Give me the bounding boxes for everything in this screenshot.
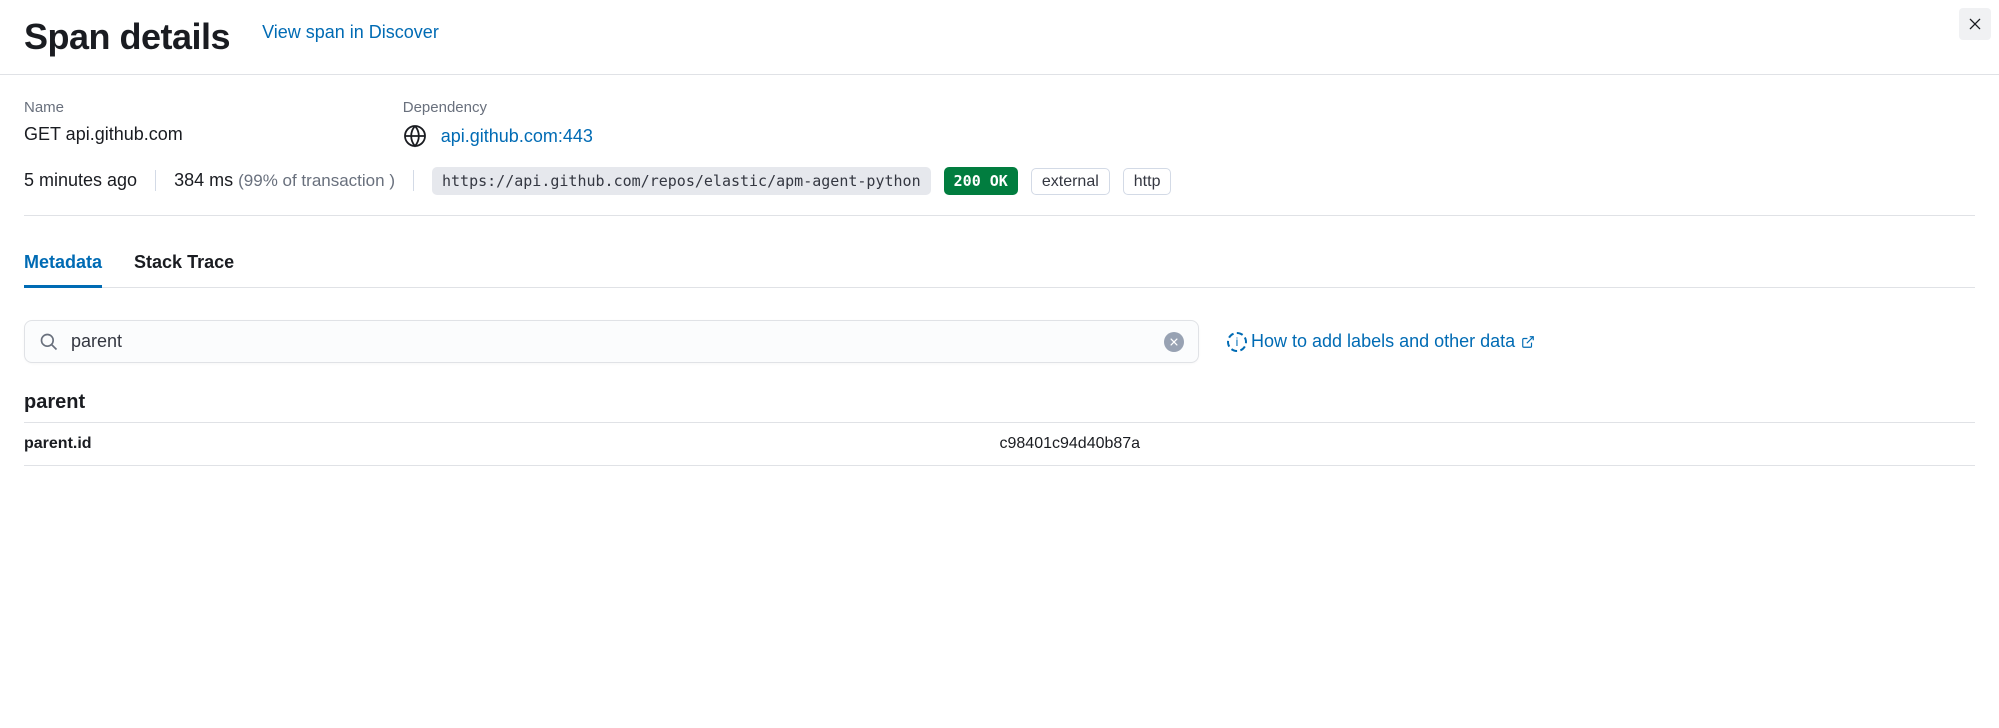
dependency-link[interactable]: api.github.com:443: [441, 126, 593, 147]
duration-pct: (99% of transaction ): [238, 171, 395, 190]
search-icon: [39, 332, 59, 352]
metadata-table: parent.id c98401c94d40b87a: [24, 422, 1975, 466]
stats-row: 5 minutes ago 384 ms (99% of transaction…: [24, 170, 1975, 216]
dependency-field: Dependency api.github.com:443: [403, 99, 593, 148]
tabs: Metadata Stack Trace: [24, 252, 1975, 288]
tag-external: external: [1031, 168, 1110, 195]
close-button[interactable]: [1959, 8, 1991, 40]
help-icon: i: [1227, 332, 1247, 352]
view-discover-link[interactable]: View span in Discover: [262, 22, 439, 43]
section-title: parent: [24, 391, 1975, 414]
close-icon: [1967, 16, 1983, 32]
name-value: GET api.github.com: [24, 124, 183, 145]
badges-group: https://api.github.com/repos/elastic/apm…: [413, 170, 1197, 191]
clear-search-button[interactable]: [1164, 332, 1184, 352]
row-value: c98401c94d40b87a: [1000, 423, 1976, 466]
tag-http: http: [1123, 168, 1172, 195]
status-badge: 200 OK: [944, 167, 1018, 195]
dependency-label: Dependency: [403, 99, 593, 116]
tab-stack-trace[interactable]: Stack Trace: [134, 252, 234, 287]
table-row: parent.id c98401c94d40b87a: [24, 423, 1975, 466]
search-input[interactable]: [59, 331, 1164, 352]
duration: 384 ms (99% of transaction ): [155, 170, 413, 191]
name-label: Name: [24, 99, 183, 116]
help-text: How to add labels and other data: [1251, 331, 1515, 352]
clear-icon: [1169, 337, 1179, 347]
url-badge: https://api.github.com/repos/elastic/apm…: [432, 167, 931, 195]
row-key: parent.id: [24, 423, 1000, 466]
timestamp: 5 minutes ago: [24, 170, 155, 191]
name-field: Name GET api.github.com: [24, 99, 183, 148]
duration-value: 384 ms: [174, 170, 233, 190]
search-box[interactable]: [24, 320, 1199, 363]
page-title: Span details: [24, 16, 230, 58]
help-link[interactable]: i How to add labels and other data: [1227, 331, 1535, 352]
external-link-icon: [1521, 335, 1535, 349]
tab-metadata[interactable]: Metadata: [24, 252, 102, 288]
globe-icon: [403, 124, 427, 148]
